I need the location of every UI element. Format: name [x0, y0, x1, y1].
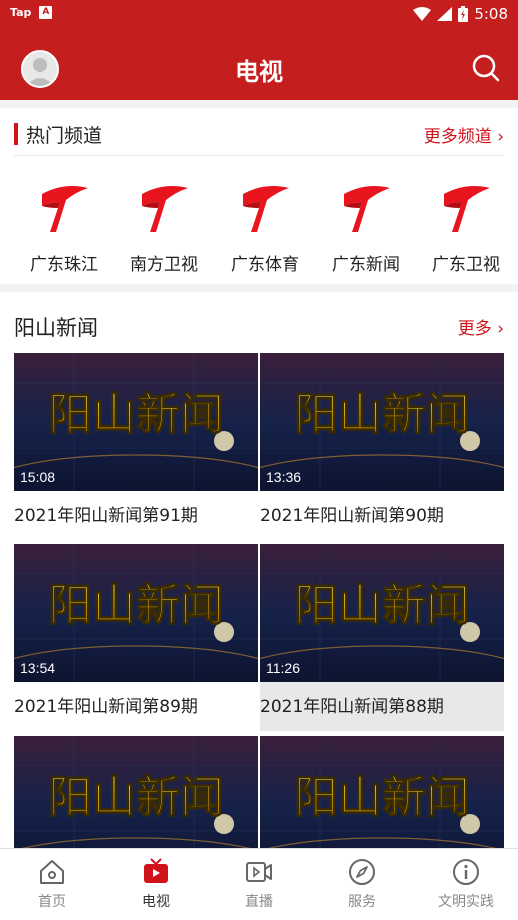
- app-notification-icon: A: [39, 6, 53, 19]
- thumbnail-title: 阳山新闻: [294, 580, 470, 631]
- news-card[interactable]: 阳山新闻 13:36 2021年阳山新闻第90期: [260, 353, 504, 526]
- video-title: 2021年阳山新闻第90期: [260, 506, 444, 526]
- channel-logo-icon: [344, 186, 390, 232]
- live-icon: [246, 862, 272, 882]
- news-card[interactable]: 阳山新闻 15:08 2021年阳山新闻第91期: [14, 353, 258, 526]
- search-icon[interactable]: [470, 52, 502, 84]
- tv-icon: [144, 858, 168, 883]
- video-title: 2021年阳山新闻第91期: [14, 506, 198, 526]
- video-thumbnail[interactable]: 阳山新闻: [14, 736, 258, 848]
- tab-label: 电视: [142, 894, 170, 910]
- channel-list: 广东珠江 南方卫视 广东体育 广东新闻 广东卫视: [0, 180, 518, 280]
- yangshan-news-section: 阳山新闻 更多 › 阳山新闻 15:08 2021年阳山新闻第91期 阳山新闻 13:3…: [0, 292, 518, 848]
- hot-channels-section: 热门频道 更多频道 › 广东珠江 南方卫视 广东体育 广东新闻 广东卫视: [0, 108, 518, 284]
- video-thumbnail[interactable]: 阳山新闻 11:26: [260, 544, 504, 682]
- news-card[interactable]: 阳山新闻 13:54 2021年阳山新闻第89期: [14, 544, 258, 717]
- channel-name: 南方卫视: [130, 255, 198, 275]
- bottom-tab-bar: 首页 电视 直播 服务 文明实践: [0, 848, 518, 920]
- video-thumbnail[interactable]: 阳山新闻 13:36: [260, 353, 504, 491]
- video-duration: 13:36: [266, 469, 302, 485]
- more-news-link[interactable]: 更多 ›: [458, 314, 504, 339]
- signal-icon: [437, 7, 453, 21]
- tab-live[interactable]: 直播: [207, 857, 311, 911]
- tab-label: 文明实践: [438, 894, 494, 910]
- thumbnail-title: 阳山新闻: [294, 389, 470, 440]
- top-bar: 电视: [0, 30, 518, 100]
- tab-label: 直播: [245, 894, 273, 910]
- video-thumbnail[interactable]: 阳山新闻 15:08: [14, 353, 258, 491]
- news-thumbnail-graphic: 阳山新闻: [260, 736, 504, 848]
- section-header: 热门频道 更多频道 ›: [0, 108, 518, 156]
- section-title: 阳山新闻: [14, 316, 98, 340]
- tab-label: 首页: [38, 894, 66, 910]
- channel-item[interactable]: 广东新闻: [316, 180, 416, 275]
- news-card[interactable]: 阳山新闻 11:26 2021年阳山新闻第88期: [260, 544, 504, 731]
- channel-name: 广东卫视: [432, 255, 500, 275]
- carrier-label: Tap: [10, 6, 32, 19]
- thumbnail-title: 阳山新闻: [48, 580, 224, 631]
- status-bar: Tap A 5:08: [0, 0, 518, 30]
- channel-logo-icon: [142, 186, 188, 232]
- thumbnail-title: 阳山新闻: [48, 772, 224, 823]
- video-duration: 15:08: [20, 469, 56, 485]
- tab-service[interactable]: 服务: [310, 857, 414, 911]
- channel-logo-icon: [243, 186, 289, 232]
- video-thumbnail[interactable]: 阳山新闻 13:54: [14, 544, 258, 682]
- video-title: 2021年阳山新闻第88期: [260, 697, 444, 717]
- battery-icon: [458, 6, 469, 22]
- divider: [14, 155, 504, 156]
- tab-home[interactable]: 首页: [0, 857, 104, 911]
- clock: 5:08: [474, 5, 508, 23]
- channel-item[interactable]: 广东珠江: [14, 180, 114, 275]
- section-title: 热门频道: [26, 125, 103, 147]
- tab-civilization-practice[interactable]: 文明实践: [414, 857, 518, 911]
- thumbnail-title: 阳山新闻: [48, 389, 224, 440]
- channel-item[interactable]: 广东卫视: [416, 180, 516, 275]
- video-thumbnail[interactable]: 阳山新闻: [260, 736, 504, 848]
- channel-name: 广东珠江: [30, 255, 98, 275]
- channel-logo-icon: [444, 186, 490, 232]
- video-duration: 11:26: [266, 660, 300, 676]
- channel-name: 广东体育: [231, 255, 299, 275]
- home-icon: [40, 860, 64, 884]
- news-thumbnail-graphic: 阳山新闻: [14, 736, 258, 848]
- channel-item[interactable]: 广东体育: [215, 180, 315, 275]
- news-card[interactable]: 阳山新闻: [260, 736, 504, 848]
- tab-label: 服务: [348, 894, 376, 910]
- thumbnail-title: 阳山新闻: [294, 772, 470, 823]
- channel-logo-icon: [42, 186, 88, 232]
- video-title: 2021年阳山新闻第89期: [14, 697, 198, 717]
- news-card[interactable]: 阳山新闻: [14, 736, 258, 848]
- channel-item[interactable]: 南方卫视: [114, 180, 214, 275]
- video-duration: 13:54: [20, 660, 56, 676]
- info-icon: [453, 859, 479, 885]
- section-marker: [14, 123, 18, 145]
- more-channels-link[interactable]: 更多频道 ›: [424, 122, 504, 147]
- channel-name: 广东新闻: [332, 255, 400, 275]
- tab-tv[interactable]: 电视: [104, 857, 208, 911]
- page-title: 电视: [235, 59, 283, 86]
- compass-icon: [349, 859, 375, 885]
- wifi-icon: [413, 7, 432, 21]
